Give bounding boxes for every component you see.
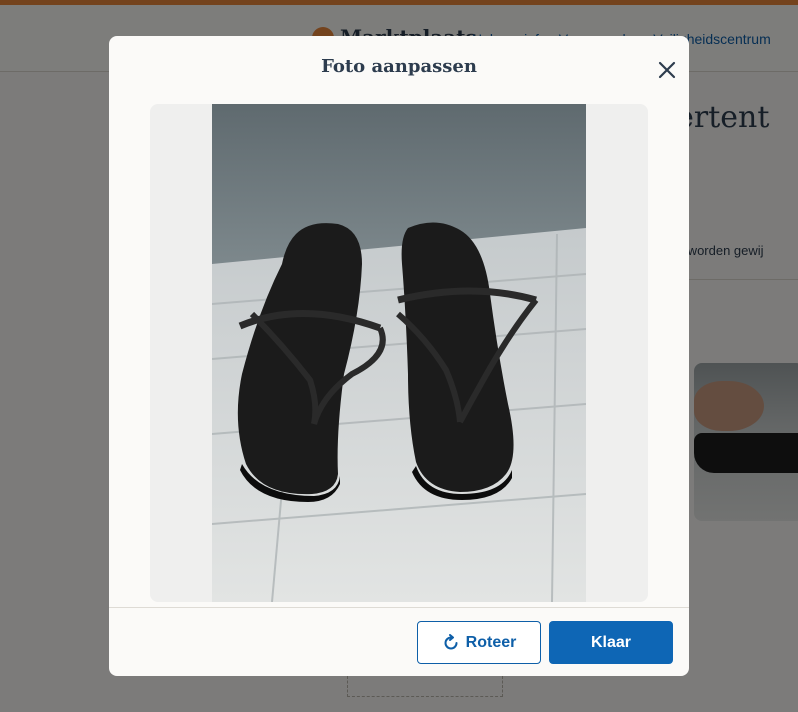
rotate-button[interactable]: Roteer [417, 621, 541, 664]
close-icon [658, 61, 676, 79]
done-button[interactable]: Klaar [549, 621, 673, 664]
rotate-icon [444, 633, 458, 649]
photo-preview-frame [150, 104, 648, 602]
edit-photo-dialog: Foto aanpassen Roteer Klaar [109, 36, 689, 676]
done-button-label: Klaar [590, 633, 632, 651]
photo-preview [212, 104, 586, 602]
rotate-button-label: Roteer [465, 633, 517, 651]
close-button[interactable] [651, 54, 683, 86]
footer-divider [109, 607, 689, 608]
dialog-title: Foto aanpassen [321, 56, 477, 77]
